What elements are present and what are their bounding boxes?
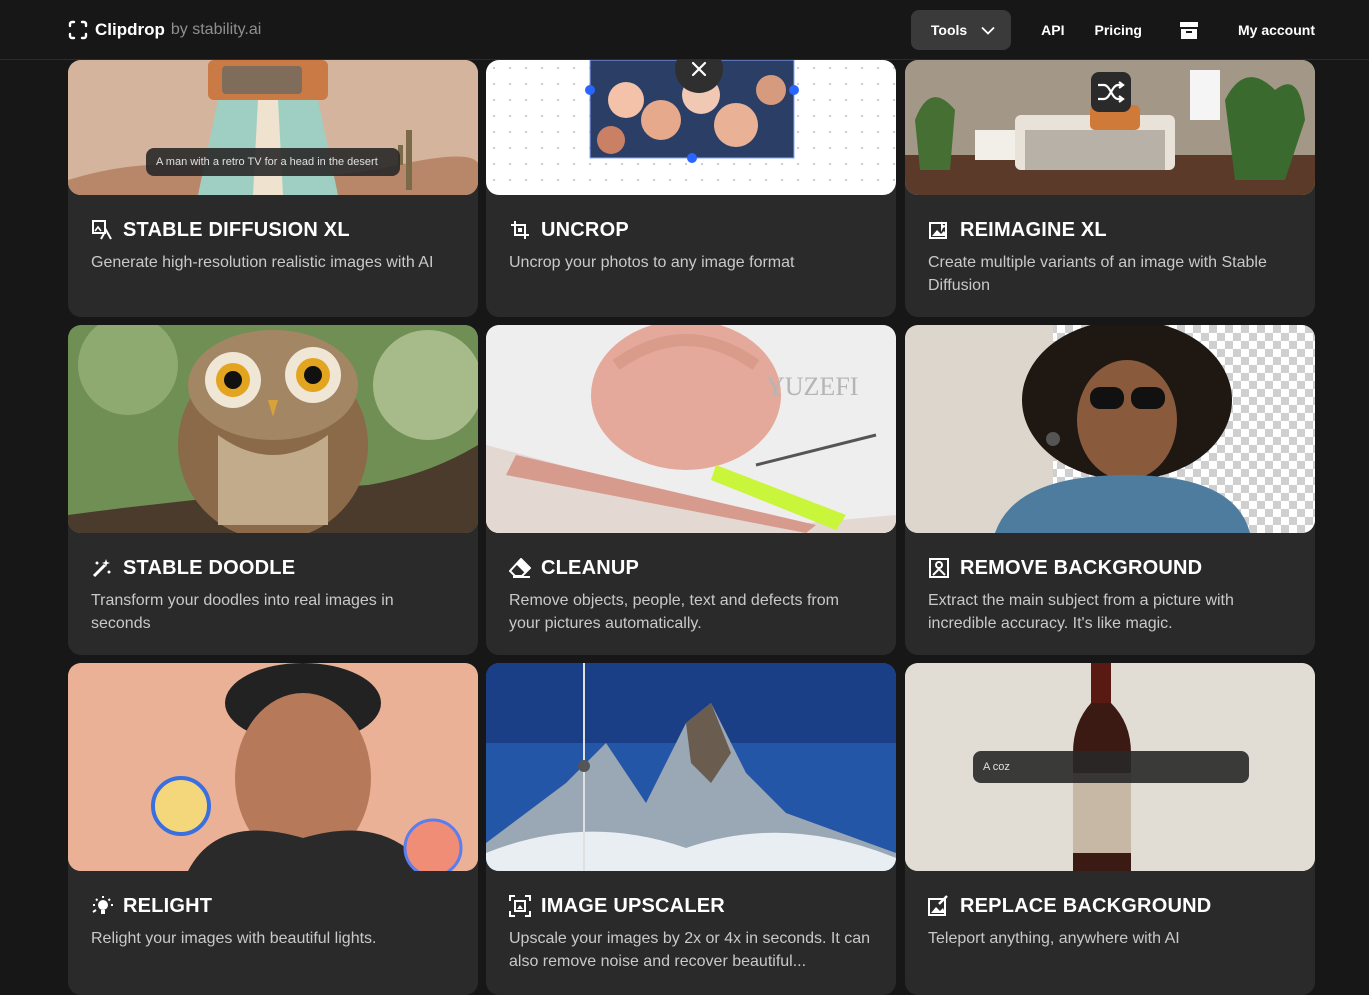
brand-by: by stability.ai xyxy=(170,21,262,38)
prompt-caption: A man with a retro TV for a head in the … xyxy=(146,148,400,176)
mountain-image xyxy=(486,663,896,871)
card-title: UNCROP xyxy=(541,218,629,241)
top-navigation-bar: Clipdrop by stability.ai Tools API Prici… xyxy=(0,0,1369,60)
relight-portrait-image xyxy=(68,663,478,871)
card-description: Teleport anything, anywhere with AI xyxy=(928,930,1180,947)
relight-thumbnail xyxy=(68,663,478,871)
card-description: Create multiple variants of an image wit… xyxy=(928,254,1267,294)
archive-icon[interactable] xyxy=(1179,21,1198,39)
tools-label: Tools xyxy=(930,22,968,38)
my-account-link[interactable]: My account xyxy=(1238,22,1315,38)
bulb-icon xyxy=(91,895,113,917)
tool-card-relight[interactable]: RELIGHT Relight your images with beautif… xyxy=(68,663,478,995)
card-body: REPLACE BACKGROUND Teleport anything, an… xyxy=(928,893,1293,950)
chevron-down-icon xyxy=(981,26,995,35)
card-description: Extract the main subject from a picture … xyxy=(928,592,1234,632)
prompt-input[interactable]: A coz xyxy=(973,751,1249,783)
card-body: REIMAGINE XL Create multiple variants of… xyxy=(928,217,1293,297)
card-description: Uncrop your photos to any image format xyxy=(509,254,795,271)
tool-card-reimagine-xl[interactable]: REIMAGINE XL Create multiple variants of… xyxy=(905,60,1315,317)
tool-card-stable-doodle[interactable]: STABLE DOODLE Transform your doodles int… xyxy=(68,325,478,655)
image-upscaler-thumbnail xyxy=(486,663,896,871)
portrait-image xyxy=(905,325,1315,533)
clipdrop-logo-icon xyxy=(68,20,88,40)
card-title: REMOVE BACKGROUND xyxy=(960,556,1203,579)
main-nav: Tools API Pricing My account xyxy=(910,10,1315,50)
card-body: IMAGE UPSCALER Upscale your images by 2x… xyxy=(509,893,874,973)
card-body: REMOVE BACKGROUND Extract the main subje… xyxy=(928,555,1293,635)
remove-bg-icon xyxy=(928,557,950,579)
remove-background-thumbnail xyxy=(905,325,1315,533)
stable-diffusion-thumbnail: A man with a retro TV for a head in the … xyxy=(68,60,478,195)
crop-icon xyxy=(509,219,531,241)
tools-dropdown-button[interactable]: Tools xyxy=(910,10,1012,50)
brand-name: Clipdrop xyxy=(95,20,165,39)
card-title: IMAGE UPSCALER xyxy=(541,894,725,917)
replace-bg-icon xyxy=(928,895,950,917)
clipdrop-logo[interactable]: Clipdrop by stability.ai xyxy=(68,18,261,42)
card-body: STABLE DIFFUSION XL Generate high-resolu… xyxy=(91,217,456,274)
card-body: STABLE DOODLE Transform your doodles int… xyxy=(91,555,456,635)
magic-wand-icon xyxy=(91,557,113,579)
card-body: CLEANUP Remove objects, people, text and… xyxy=(509,555,874,635)
reimagine-thumbnail xyxy=(905,60,1315,195)
tool-card-image-upscaler[interactable]: IMAGE UPSCALER Upscale your images by 2x… xyxy=(486,663,896,995)
bag-desk-image: YUZEFI xyxy=(486,325,896,533)
tool-card-replace-background[interactable]: A coz REPLACE BACKGROUND Teleport anythi… xyxy=(905,663,1315,995)
card-description: Upscale your images by 2x or 4x in secon… xyxy=(509,930,871,970)
cleanup-thumbnail: YUZEFI xyxy=(486,325,896,533)
shuffle-icon xyxy=(1091,72,1131,112)
upscale-icon xyxy=(509,895,531,917)
card-title: CLEANUP xyxy=(541,556,640,579)
card-description: Generate high-resolution realistic image… xyxy=(91,254,434,271)
card-description: Remove objects, people, text and defects… xyxy=(509,592,839,632)
eraser-icon xyxy=(509,557,531,579)
card-title: REPLACE BACKGROUND xyxy=(960,894,1212,917)
close-icon xyxy=(691,61,707,77)
stable-doodle-thumbnail xyxy=(68,325,478,533)
card-title: STABLE DOODLE xyxy=(123,556,296,579)
card-title: REIMAGINE XL xyxy=(960,218,1107,241)
tool-card-uncrop[interactable]: UNCROP Uncrop your photos to any image f… xyxy=(486,60,896,317)
card-title: RELIGHT xyxy=(123,894,213,917)
card-title: STABLE DIFFUSION XL xyxy=(123,218,350,241)
reimagine-icon xyxy=(928,219,950,241)
replace-background-thumbnail: A coz xyxy=(905,663,1315,871)
owl-image xyxy=(68,325,478,533)
pricing-link[interactable]: Pricing xyxy=(1095,22,1142,38)
card-body: UNCROP Uncrop your photos to any image f… xyxy=(509,217,874,274)
tool-card-remove-background[interactable]: REMOVE BACKGROUND Extract the main subje… xyxy=(905,325,1315,655)
image-text-icon xyxy=(91,219,113,241)
card-description: Relight your images with beautiful light… xyxy=(91,930,377,947)
tool-card-stable-diffusion-xl[interactable]: A man with a retro TV for a head in the … xyxy=(68,60,478,317)
api-link[interactable]: API xyxy=(1041,22,1064,38)
card-body: RELIGHT Relight your images with beautif… xyxy=(91,893,456,950)
card-description: Transform your doodles into real images … xyxy=(91,592,394,632)
svg-text:YUZEFI: YUZEFI xyxy=(766,372,858,401)
tool-card-cleanup[interactable]: YUZEFI CLEANUP Remove objects, people, t… xyxy=(486,325,896,655)
